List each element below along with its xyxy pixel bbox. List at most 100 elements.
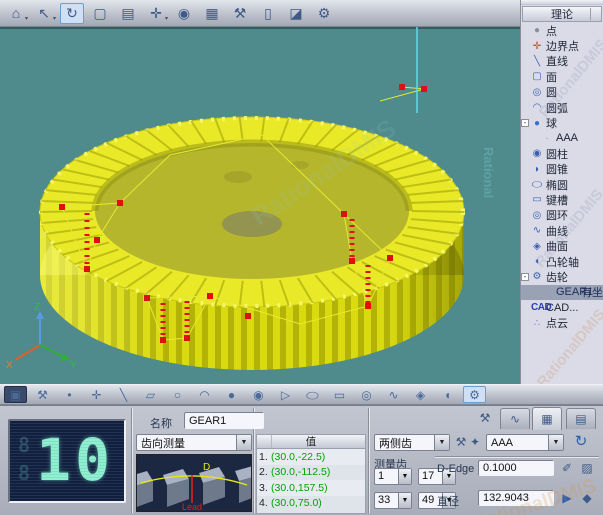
tree-item-point[interactable]: ●点: [521, 23, 603, 38]
tree-item-ring[interactable]: ◎圆环: [521, 208, 603, 223]
erase-icon[interactable]: ▨: [578, 459, 596, 476]
cone-button[interactable]: ▷: [274, 386, 297, 403]
line-icon: ╲: [120, 388, 127, 402]
slot-icon: ▭: [531, 194, 543, 205]
tree-header[interactable]: 理论: [522, 6, 602, 22]
tree-expander[interactable]: -: [521, 273, 529, 281]
table-row[interactable]: 1.(30.0,-22.5): [257, 449, 365, 465]
save-view-button[interactable]: ▤: [116, 3, 140, 24]
name-input[interactable]: [184, 412, 264, 429]
zoom-window-button[interactable]: ▢: [88, 3, 112, 24]
chevron-down-icon[interactable]: ▼: [236, 435, 251, 450]
tree-item-gear[interactable]: -⚙齿轮: [521, 269, 603, 284]
tooth-number-spinner[interactable]: 33▼: [374, 492, 412, 509]
chevron-down-icon[interactable]: ▾: [25, 15, 28, 22]
tab-report[interactable]: ▤: [566, 408, 596, 429]
eye-visibility-button[interactable]: ◉: [172, 3, 196, 24]
chevron-down-icon[interactable]: ▼: [398, 493, 411, 508]
arc-button[interactable]: ◠: [193, 386, 216, 403]
tab-curve[interactable]: ∿: [500, 408, 530, 429]
stylus-point-icon[interactable]: ◆: [578, 489, 596, 506]
tree-item-circle[interactable]: ◎圆: [521, 85, 603, 100]
panel-grip[interactable]: [521, 0, 603, 5]
tree-item-sphere[interactable]: -●球: [521, 115, 603, 130]
tab-table[interactable]: ▦: [532, 407, 562, 430]
tree-item-gear1[interactable]: GEAR1有坐: [521, 285, 603, 300]
tree-item-boundary-label: 边界点: [546, 38, 579, 54]
tools-button[interactable]: ⚒: [228, 3, 252, 24]
tree-item-slot[interactable]: ▭键槽: [521, 192, 603, 207]
tree-item-point-cloud[interactable]: ∴点云: [521, 315, 603, 330]
sphere-button[interactable]: ●: [220, 386, 243, 403]
chevron-down-icon[interactable]: ▼: [398, 469, 411, 484]
refresh-icon[interactable]: ↻: [572, 432, 590, 449]
tree-item-curve[interactable]: ∿曲线: [521, 223, 603, 238]
apply-edge-icon[interactable]: ✐: [558, 459, 576, 476]
surface-button[interactable]: ◈: [409, 386, 432, 403]
tree-item-cad[interactable]: CADCAD...: [521, 300, 603, 315]
table-row[interactable]: 2.(30.0,-112.5): [257, 465, 365, 481]
chevron-down-icon[interactable]: ▾: [53, 15, 56, 22]
probe-setup-button[interactable]: ⚒: [474, 409, 496, 426]
plane-button[interactable]: ▱: [139, 386, 162, 403]
cam-button[interactable]: ◖: [436, 386, 459, 403]
probe-dropdown[interactable]: AAA ▼: [486, 434, 564, 451]
pick-surface-button[interactable]: ◪: [284, 3, 308, 24]
table-row[interactable]: 4.(30.0,75.0): [257, 496, 365, 512]
tree-item-aaa[interactable]: ·AAA: [521, 131, 603, 146]
viewport-3d[interactable]: Z X Y RationalDMIS Rational: [0, 27, 520, 384]
value-column-header[interactable]: 值: [257, 435, 365, 449]
tree-item-boundary[interactable]: ✛边界点: [521, 38, 603, 53]
d-edge-input[interactable]: [478, 460, 554, 476]
table-row[interactable]: 3.(30.0,157.5): [257, 480, 365, 496]
tree-item-arc[interactable]: ◠圆弧: [521, 100, 603, 115]
ellipse-icon: ◯: [306, 390, 319, 399]
diameter-input[interactable]: [478, 490, 554, 506]
tree-item-arc-label: 圆弧: [546, 100, 568, 116]
tree-expander[interactable]: -: [521, 119, 529, 127]
tree-item-line-label: 直线: [546, 53, 568, 69]
flank-side-dropdown[interactable]: 两侧齿 ▼: [374, 434, 450, 451]
measure-window-button[interactable]: ▣: [4, 386, 27, 403]
cylinder-button[interactable]: ◉: [247, 386, 270, 403]
curve-icon: ∿: [388, 388, 398, 402]
gear-center-hole: [222, 211, 282, 237]
probe-button[interactable]: ⚒: [31, 386, 54, 403]
chevron-down-icon[interactable]: ▼: [548, 435, 563, 450]
point-button[interactable]: •: [58, 386, 81, 403]
stylus-icon[interactable]: ✦: [466, 433, 484, 450]
rotate-view-button[interactable]: ↻: [60, 3, 84, 24]
gear-model[interactable]: [40, 117, 464, 370]
coordinate-axes-button[interactable]: ✛▾: [144, 3, 168, 24]
chevron-down-icon[interactable]: ▼: [434, 435, 449, 450]
delete-button[interactable]: ▯: [256, 3, 280, 24]
ring-button[interactable]: ◎: [355, 386, 378, 403]
tree-item-cylinder[interactable]: ◉圆柱: [521, 146, 603, 161]
color-palette-button[interactable]: ▦: [200, 3, 224, 24]
tree-item-surface[interactable]: ◈曲面: [521, 238, 603, 253]
line-button[interactable]: ╲: [112, 386, 135, 403]
home-view-button[interactable]: ⌂▾: [4, 3, 28, 24]
cone-icon: ▷: [281, 388, 290, 402]
play-measure-icon[interactable]: ▶: [558, 489, 576, 506]
gear-edit-button[interactable]: ⚙: [312, 3, 336, 24]
gear-button[interactable]: ⚙: [463, 386, 486, 403]
name-label: 名称: [150, 415, 172, 431]
curve-button[interactable]: ∿: [382, 386, 405, 403]
chevron-down-icon[interactable]: ▾: [165, 15, 168, 22]
circle-button[interactable]: ○: [166, 386, 189, 403]
coordsys-button[interactable]: ✛: [85, 386, 108, 403]
ellipse-button[interactable]: ◯: [301, 386, 324, 403]
tree-item-plane[interactable]: ▢面: [521, 69, 603, 84]
slot-button[interactable]: ▭: [328, 386, 351, 403]
axis-y-label: Y: [70, 360, 77, 371]
cylinder-icon: ◉: [253, 388, 263, 402]
tooth-number-spinner[interactable]: 1▼: [374, 468, 412, 485]
tree-item-ellipse[interactable]: ◯椭圆: [521, 177, 603, 192]
circle-icon: ◎: [531, 87, 543, 98]
tree-item-camshaft[interactable]: ◖凸轮轴: [521, 254, 603, 269]
measure-mode-dropdown[interactable]: 齿向测量 ▼: [136, 434, 252, 451]
select-cursor-button[interactable]: ↖▾: [32, 3, 56, 24]
tree-item-cone[interactable]: ◗圆锥: [521, 162, 603, 177]
tree-item-line[interactable]: ╲直线: [521, 54, 603, 69]
